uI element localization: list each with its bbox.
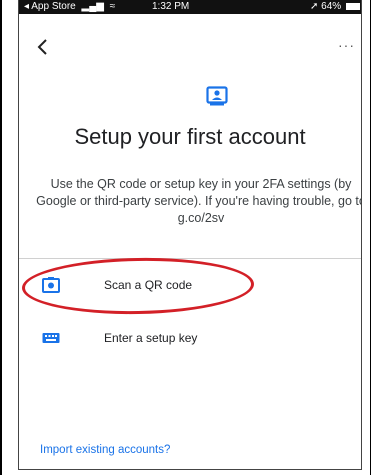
wifi-icon: ≈ <box>109 1 116 12</box>
location-icon: ➚ <box>310 1 319 12</box>
keyboard-icon <box>42 333 60 343</box>
page-description: Use the QR code or setup key in your 2FA… <box>36 177 362 225</box>
signal-icon: ▂▄▆ <box>81 1 104 12</box>
camera-icon <box>42 277 60 293</box>
status-battery: ➚ 64% <box>310 1 360 12</box>
import-existing-accounts-link[interactable]: Import existing accounts? <box>40 444 170 456</box>
account-card-icon <box>206 86 228 106</box>
status-time: 1:32 PM <box>152 1 190 12</box>
back-button[interactable] <box>32 36 54 58</box>
more-options-button[interactable]: ··· <box>338 37 356 53</box>
frame-border-left <box>0 0 2 475</box>
phone-screen: ◂ App Store ▂▄▆ ≈ 1:32 PM ➚ 64% ··· Setu… <box>18 0 362 475</box>
scan-qr-code-button[interactable]: Scan a QR code <box>18 265 362 305</box>
divider <box>18 258 362 259</box>
battery-icon <box>345 2 360 10</box>
frame-border-right <box>370 0 371 475</box>
status-back-to-app-store[interactable]: ◂ App Store ▂▄▆ ≈ <box>24 1 115 12</box>
page-title: Setup your first account <box>74 124 306 149</box>
scan-qr-code-label: Scan a QR code <box>104 278 193 292</box>
enter-setup-key-label: Enter a setup key <box>104 331 198 345</box>
more-dots-icon: ··· <box>338 37 355 53</box>
enter-setup-key-button[interactable]: Enter a setup key <box>18 318 362 358</box>
status-bar: ◂ App Store ▂▄▆ ≈ 1:32 PM ➚ 64% <box>18 0 362 14</box>
chevron-left-icon <box>37 39 47 55</box>
